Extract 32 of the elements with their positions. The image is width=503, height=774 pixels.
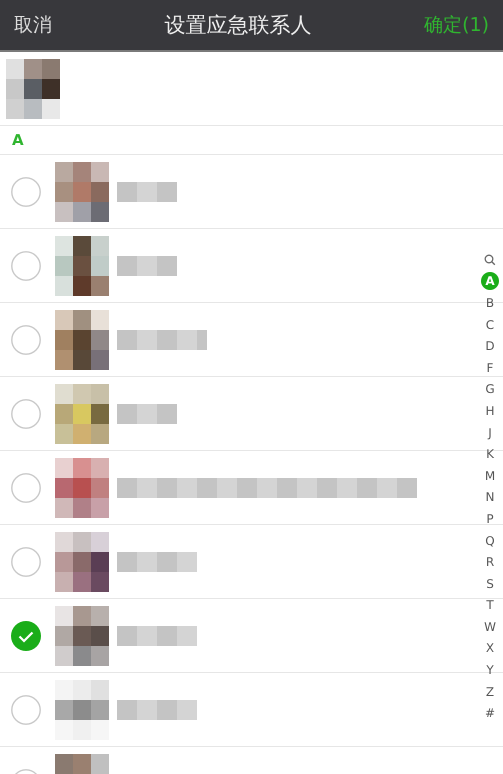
- index-letter[interactable]: Z: [481, 680, 499, 702]
- index-letter[interactable]: M: [481, 464, 499, 487]
- index-letter[interactable]: F: [481, 356, 499, 379]
- checkbox[interactable]: [11, 472, 41, 502]
- index-letter[interactable]: S: [481, 572, 499, 594]
- index-letter[interactable]: P: [481, 508, 499, 530]
- index-letter[interactable]: C: [481, 314, 499, 336]
- index-letter[interactable]: N: [481, 486, 499, 508]
- checkbox[interactable]: [11, 546, 41, 576]
- checkbox[interactable]: [11, 250, 41, 280]
- index-letter[interactable]: H: [481, 400, 499, 422]
- checkbox[interactable]: [11, 694, 41, 724]
- index-letter[interactable]: Y: [481, 659, 499, 681]
- index-letter[interactable]: X: [481, 638, 499, 660]
- index-letter[interactable]: W: [481, 616, 499, 638]
- checkbox[interactable]: [11, 176, 41, 206]
- index-letter[interactable]: R: [481, 551, 499, 573]
- index-letter[interactable]: G: [481, 378, 499, 400]
- section-letter: A: [12, 131, 24, 149]
- index-letter[interactable]: K: [481, 443, 499, 465]
- page-title: 设置应急联系人: [164, 12, 312, 39]
- index-letter[interactable]: T: [481, 594, 499, 616]
- index-letter[interactable]: #: [481, 702, 499, 724]
- index-letter[interactable]: D: [481, 335, 499, 357]
- index-letter[interactable]: Q: [481, 530, 499, 552]
- checkbox[interactable]: [11, 398, 41, 428]
- confirm-button[interactable]: 确定(1): [424, 12, 489, 38]
- checkbox[interactable]: [11, 324, 41, 354]
- index-letter[interactable]: B: [481, 292, 499, 314]
- cancel-button[interactable]: 取消: [14, 12, 52, 38]
- index-letter[interactable]: J: [481, 422, 499, 444]
- checked-icon[interactable]: [11, 620, 41, 650]
